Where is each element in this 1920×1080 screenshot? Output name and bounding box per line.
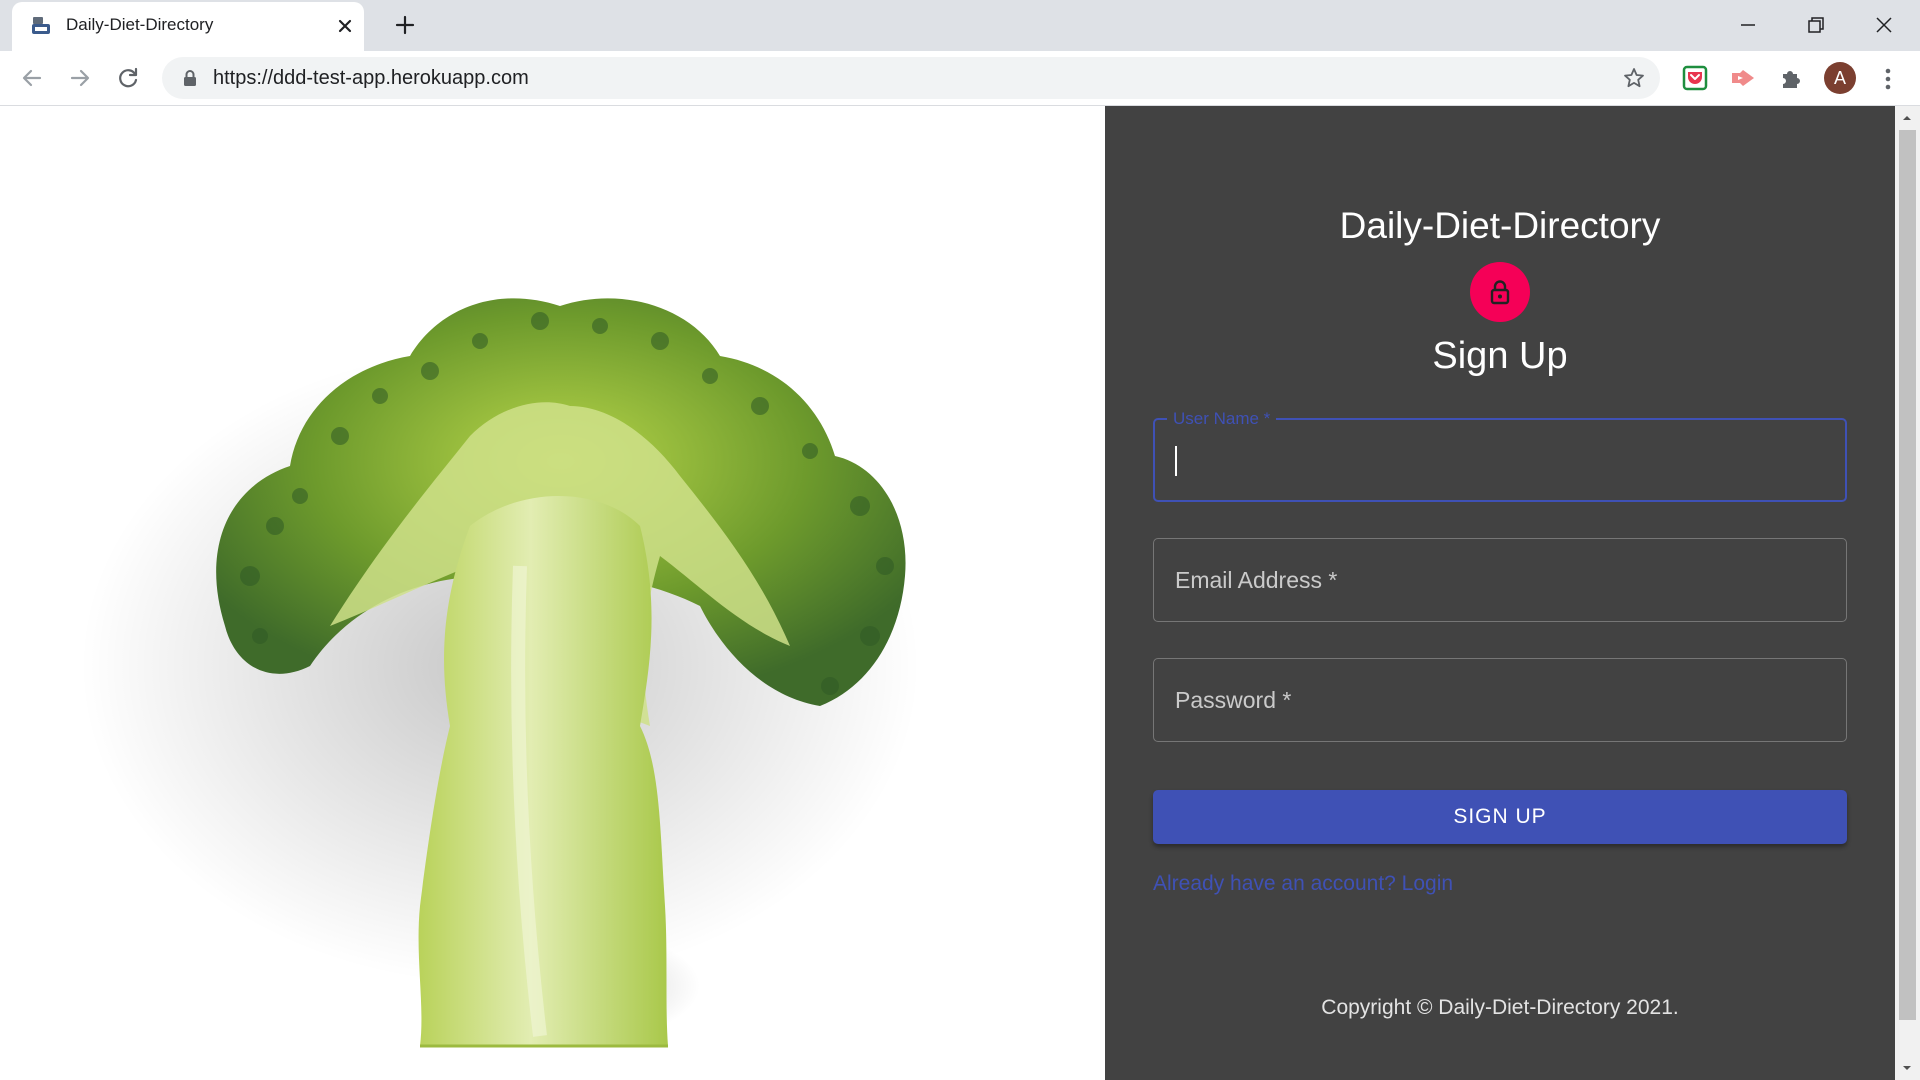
email-field[interactable]: Email Address * bbox=[1153, 538, 1847, 622]
tab-title: Daily-Diet-Directory bbox=[66, 15, 214, 34]
lock-icon bbox=[184, 70, 196, 86]
window-close-icon[interactable] bbox=[1869, 10, 1899, 40]
profile-avatar[interactable]: A bbox=[1824, 62, 1856, 94]
signup-panel: Daily-Diet-Directory Sign Up User Name *… bbox=[1105, 106, 1895, 1080]
favicon bbox=[32, 17, 50, 34]
scroll-up-icon[interactable] bbox=[1900, 111, 1914, 125]
new-tab-icon[interactable] bbox=[393, 13, 417, 37]
browser-toolbar: https://ddd-test-app.herokuapp.com A bbox=[0, 51, 1920, 106]
signup-button[interactable]: SIGN UP bbox=[1153, 790, 1847, 844]
text-caret bbox=[1175, 446, 1177, 476]
star-icon[interactable] bbox=[1622, 66, 1646, 90]
extensions-icon[interactable] bbox=[1777, 64, 1805, 92]
back-icon[interactable] bbox=[18, 64, 46, 92]
browser-tab[interactable]: Daily-Diet-Directory bbox=[12, 2, 364, 51]
app-title: Daily-Diet-Directory bbox=[1339, 205, 1661, 246]
login-link[interactable]: Already have an account? Login bbox=[1153, 872, 1453, 896]
scroll-down-icon[interactable] bbox=[1900, 1061, 1914, 1075]
cast-icon[interactable] bbox=[1729, 64, 1757, 92]
reload-icon[interactable] bbox=[114, 64, 142, 92]
close-icon[interactable] bbox=[334, 15, 356, 37]
password-label: Password * bbox=[1175, 687, 1292, 713]
lock-outline-icon bbox=[1490, 280, 1510, 305]
username-label: User Name * bbox=[1167, 409, 1277, 429]
pocket-icon[interactable] bbox=[1681, 64, 1709, 92]
forward-icon[interactable] bbox=[66, 64, 94, 92]
copyright-text: Copyright © Daily-Diet-Directory 2021. bbox=[1321, 996, 1679, 1019]
broccoli-image bbox=[80, 298, 920, 1048]
browser-tabstrip: Daily-Diet-Directory bbox=[0, 0, 1920, 51]
minimize-icon[interactable] bbox=[1733, 10, 1763, 40]
hero-image bbox=[0, 106, 1105, 1080]
restore-icon[interactable] bbox=[1801, 10, 1831, 40]
password-field[interactable]: Password * bbox=[1153, 658, 1847, 742]
address-bar[interactable]: https://ddd-test-app.herokuapp.com bbox=[162, 57, 1660, 99]
scrollbar-thumb[interactable] bbox=[1899, 130, 1916, 1020]
page-viewport: Daily-Diet-Directory Sign Up User Name *… bbox=[0, 106, 1920, 1080]
page-heading: Sign Up bbox=[1432, 335, 1568, 377]
username-field[interactable]: User Name * bbox=[1153, 409, 1847, 502]
more-menu-icon[interactable] bbox=[1874, 65, 1902, 93]
email-label: Email Address * bbox=[1175, 567, 1338, 593]
url-text: https://ddd-test-app.herokuapp.com bbox=[213, 67, 529, 89]
lock-avatar bbox=[1470, 262, 1530, 322]
